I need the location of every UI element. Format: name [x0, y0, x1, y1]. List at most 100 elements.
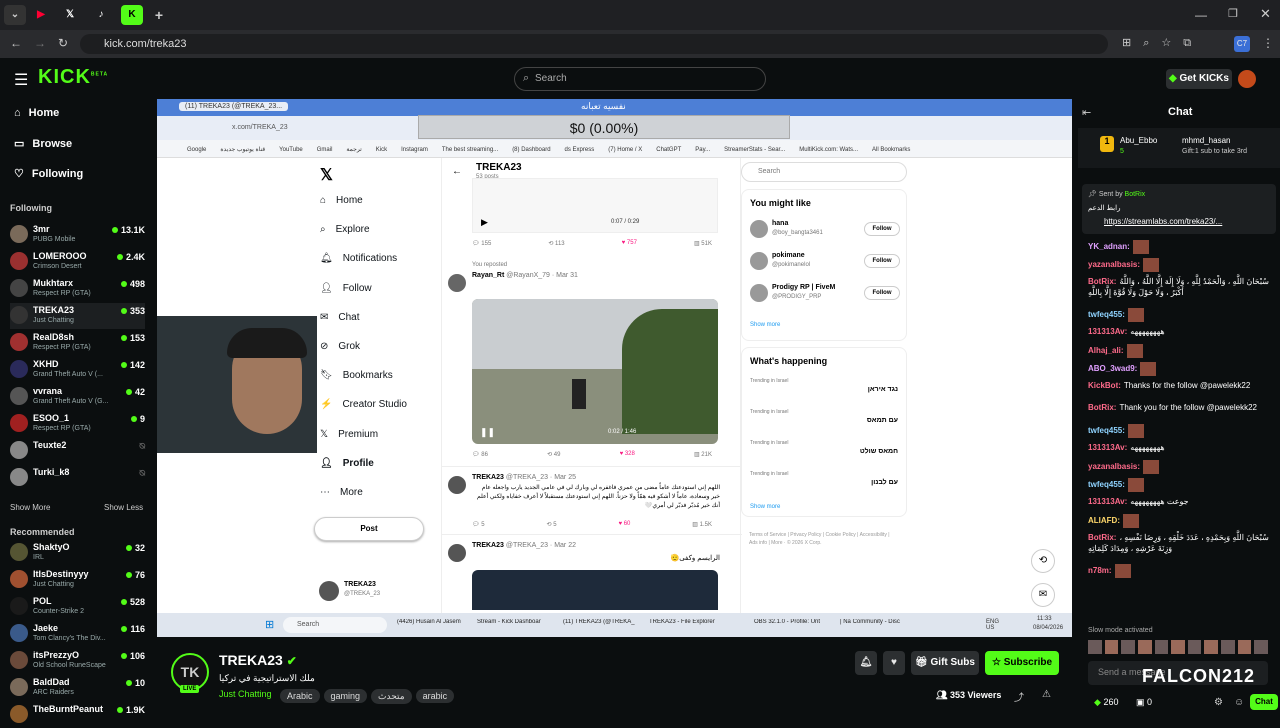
x-search-input[interactable]: Search — [741, 162, 907, 182]
stat[interactable]: ♥ 757 — [622, 240, 637, 247]
stream-category[interactable]: Just Chatting — [219, 689, 272, 699]
stat[interactable]: ⟲ 113 — [548, 240, 564, 247]
sidebar-channel[interactable]: Mukhtarx Respect RP (GTA) 498 — [10, 276, 145, 302]
x-nav-item[interactable]: ⌂ Home — [320, 195, 363, 206]
show-more-link[interactable]: Show More — [10, 503, 50, 512]
get-kicks-button[interactable]: ◆ Get KICKs — [1166, 69, 1232, 89]
back-arrow-icon[interactable]: ← — [452, 166, 462, 177]
windows-start-icon[interactable]: ⊞ — [265, 618, 274, 631]
new-tab-button[interactable]: + — [148, 5, 170, 25]
menu-dots-icon[interactable]: ⋮ — [1262, 36, 1274, 50]
bookmark[interactable]: ترجمة — [346, 147, 361, 153]
chat-username[interactable]: yazanalbasis: — [1088, 260, 1140, 269]
bookmark[interactable]: MultiKick.com: Wats... — [799, 147, 858, 153]
bookmark[interactable]: Instagram — [401, 147, 428, 153]
sidebar-channel[interactable]: itsPrezzyO Old School RuneScape 106 — [10, 648, 145, 674]
chat-username[interactable]: twfeq455: — [1088, 310, 1125, 319]
chat-username[interactable]: ALIAFD: — [1088, 516, 1120, 525]
bell-icon[interactable]: 🔔︎ — [855, 651, 877, 675]
stat[interactable]: 💬︎ 155 — [472, 240, 491, 247]
youtube-icon[interactable]: ▶ — [30, 5, 52, 25]
emote-icon[interactable] — [1221, 640, 1235, 654]
chat-username[interactable]: BotRix: — [1088, 277, 1116, 286]
share-icon[interactable]: ⤴ — [1014, 689, 1024, 704]
chat-username[interactable]: 131313Av: — [1088, 327, 1127, 336]
kick-logo[interactable]: KICKBETA — [38, 66, 108, 89]
gift-subs-button[interactable]: 🎁︎ Gift Subs — [911, 651, 979, 675]
bookmark[interactable]: ds Express — [565, 147, 595, 153]
chat-username[interactable]: YK_adnan: — [1088, 242, 1130, 251]
x-nav-item[interactable]: ✉ Chat — [320, 312, 360, 323]
stat[interactable]: ▥ 1.5K — [692, 521, 712, 528]
stat[interactable]: 💬︎ 5 — [472, 521, 485, 528]
emote-icon[interactable] — [1187, 640, 1202, 654]
profile-icon[interactable]: C7 — [1234, 36, 1250, 52]
x-icon[interactable]: 𝕏 — [59, 5, 81, 25]
bookmark[interactable]: StreamerStats - Sear... — [724, 147, 785, 153]
bookmark[interactable]: قناة يوتيوب جديدة — [220, 147, 265, 153]
emote-icon[interactable] — [1204, 640, 1219, 654]
report-icon[interactable]: ⚠ — [1042, 689, 1051, 700]
x-nav-item[interactable]: 𝕏 Premium — [320, 429, 378, 440]
sidebar-channel[interactable]: ShaktyO IRL 32 — [10, 540, 145, 566]
taskbar-item[interactable]: TREKA23 - File Explorer — [649, 619, 731, 625]
follow-heart-icon[interactable]: ♥ — [883, 651, 905, 675]
maximize-icon[interactable]: ❐ — [1228, 7, 1238, 20]
bookmark[interactable]: (7) Home / X — [608, 147, 642, 153]
taskbar-item[interactable]: | Na Community - Disc — [840, 619, 922, 625]
message-icon[interactable]: ✉ — [1031, 583, 1055, 607]
close-icon[interactable]: ✕ — [1260, 6, 1271, 22]
taskbar-item[interactable]: OBS 32.1.0 - Profile: Unt — [754, 619, 836, 625]
bookmark[interactable]: ChatGPT — [656, 147, 681, 153]
follow-button[interactable]: Follow — [864, 286, 900, 300]
tab-search-icon[interactable]: ⌄ — [4, 5, 26, 25]
pause-icon[interactable]: ❚❚ — [480, 427, 495, 438]
emote-icon[interactable] — [1104, 640, 1119, 654]
send-chat-button[interactable]: Chat — [1250, 694, 1278, 710]
nav-following[interactable]: ♡ Following — [14, 167, 83, 181]
x-nav-item[interactable]: 🔖︎ Bookmarks — [320, 370, 393, 381]
play-icon[interactable]: ▶ — [481, 217, 488, 228]
show-more-link-2[interactable]: Show more — [750, 504, 780, 510]
sidebar-channel[interactable]: LOMEROOO Crimson Desert 2.4K — [10, 249, 145, 275]
chat-username[interactable]: n78m: — [1088, 566, 1112, 575]
bookmark[interactable]: (8) Dashboard — [512, 147, 550, 153]
stream-tag[interactable]: arabic — [415, 689, 455, 703]
bookmark[interactable]: Pay... — [695, 147, 710, 153]
stream-tag[interactable]: Arabic — [280, 689, 320, 703]
nav-home[interactable]: ⌂ Home — [14, 107, 59, 119]
stat[interactable]: ▥ 51K — [694, 240, 712, 247]
video1[interactable]: ▶ 0:07 / 0:29 — [472, 178, 718, 233]
x-nav-item[interactable]: 👤︎ Profile — [320, 458, 374, 469]
chat-username[interactable]: yazanalbasis: — [1088, 462, 1140, 471]
stream-player[interactable]: (11) TREKA23 (@TREKA_23... نفسيه تعبانه … — [157, 99, 1072, 637]
bookmark[interactable]: The best streaming... — [442, 147, 498, 153]
forward-icon[interactable]: → — [34, 36, 46, 50]
sidebar-channel[interactable]: vvrana Grand Theft Auto V (G... 42 — [10, 384, 145, 410]
chat-username[interactable]: Alhaj_ali: — [1088, 346, 1124, 355]
bookmark[interactable]: Gmail — [317, 147, 333, 153]
back-icon[interactable]: ← — [10, 36, 22, 50]
bookmark[interactable]: Google — [187, 147, 206, 153]
sidebar-channel[interactable]: RealD8sh Respect RP (GTA) 153 — [10, 330, 145, 356]
chat-username[interactable]: ABO_3wad9: — [1088, 364, 1137, 373]
trend-topic[interactable]: עם לבנון — [871, 479, 898, 486]
nav-browse[interactable]: ▭ Browse — [14, 137, 72, 151]
stream-tag[interactable]: متحدث — [371, 689, 412, 704]
kick-icon[interactable]: K — [121, 5, 143, 25]
streamer-name[interactable]: TREKA23 ✔ — [219, 652, 297, 668]
grok-icon[interactable]: ⟲ — [1031, 549, 1055, 573]
emote-icon[interactable] — [1154, 640, 1169, 654]
stat[interactable]: ⟲ 49 — [547, 451, 560, 458]
sidebar-channel[interactable]: BaldDad ARC Raiders 10 — [10, 675, 145, 701]
minimize-icon[interactable]: — — [1195, 8, 1207, 22]
sidebar-channel[interactable]: TheBurntPeanut 1.9K — [10, 702, 145, 728]
collapse-chat-icon[interactable]: ⇤ — [1082, 106, 1091, 119]
stat[interactable]: ♥ 60 — [618, 521, 630, 528]
pinned-link[interactable]: https://streamlabs.com/treka23/... — [1104, 217, 1222, 226]
x-nav-item[interactable]: ⊘ Grok — [320, 341, 360, 352]
sidebar-channel[interactable]: 3mr PUBG Mobile 13.1K — [10, 222, 145, 248]
chat-username[interactable]: KickBot: — [1088, 381, 1121, 390]
emote-icon[interactable] — [1088, 640, 1102, 654]
chat-username[interactable]: BotRix: — [1088, 403, 1116, 412]
